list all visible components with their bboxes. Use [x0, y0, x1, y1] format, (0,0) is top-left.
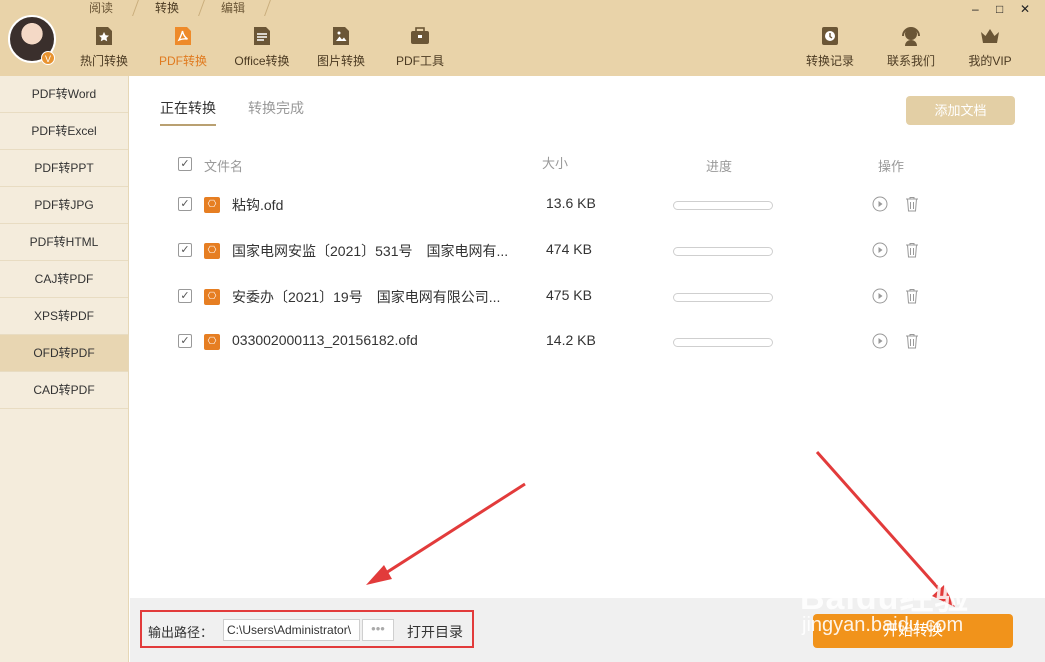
column-header-name: 文件名: [204, 159, 244, 174]
tool-image-convert[interactable]: 图片转换: [315, 24, 367, 72]
file-name: 粘钩.ofd: [232, 197, 284, 213]
progress-bar: [673, 293, 773, 302]
add-document-button[interactable]: 添加文档: [906, 96, 1015, 125]
office-doc-icon: [254, 27, 270, 45]
file-name: 国家电网安监〔2021〕531号 国家电网有...: [232, 243, 509, 259]
mode-tab-edit[interactable]: 编辑: [200, 0, 266, 16]
column-header-progress: 进度: [706, 159, 733, 174]
tool-office-convert[interactable]: Office转换: [232, 24, 292, 72]
image-doc-icon: [333, 27, 349, 45]
sidebar-item-pdf-jpg[interactable]: PDF转JPG: [0, 187, 128, 224]
table-row: ✓ ⎔ 粘钩.ofd 13.6 KB: [178, 195, 998, 215]
play-icon[interactable]: [872, 242, 888, 258]
sidebar-item-pdf-ppt[interactable]: PDF转PPT: [0, 150, 128, 187]
maximize-button[interactable]: □: [996, 2, 1003, 16]
progress-bar: [673, 247, 773, 256]
pdf-icon: [175, 27, 191, 45]
toolbox-icon: [411, 27, 429, 44]
row-checkbox[interactable]: ✓: [178, 289, 192, 303]
browse-button[interactable]: •••: [362, 619, 394, 641]
output-path-group: 输出路径： C:\Users\Administrator\ ••• 打开目录: [140, 610, 474, 648]
tool-label: 热门转换: [79, 54, 128, 68]
tool-pdf-convert[interactable]: PDF转换: [157, 24, 209, 72]
row-checkbox[interactable]: ✓: [178, 243, 192, 257]
watermark-url: jingyan.baidu.com: [802, 614, 964, 636]
column-header-actions: 操作: [878, 159, 905, 174]
watermark-logo: Baidu经验: [800, 579, 970, 617]
ofd-file-icon: ⎔: [204, 197, 220, 213]
tool-pdf-tools[interactable]: PDF工具: [395, 24, 445, 72]
play-icon[interactable]: [872, 288, 888, 304]
tool-label: 转换记录: [805, 54, 854, 68]
open-directory-link[interactable]: 打开目录: [407, 622, 463, 642]
table-row: ✓ ⎔ 033002000113_20156182.ofd 14.2 KB: [178, 332, 998, 352]
sidebar-item-xps-pdf[interactable]: XPS转PDF: [0, 298, 128, 335]
select-all-checkbox[interactable]: ✓: [178, 157, 192, 171]
output-path-label: 输出路径：: [148, 625, 214, 640]
file-size: 475 KB: [546, 287, 592, 303]
progress-bar: [673, 338, 773, 347]
play-icon[interactable]: [872, 333, 888, 349]
sidebar-item-caj-pdf[interactable]: CAJ转PDF: [0, 261, 128, 298]
tab-completed[interactable]: 转换完成: [248, 98, 304, 126]
minimize-button[interactable]: –: [972, 2, 979, 16]
file-size: 13.6 KB: [546, 195, 596, 211]
mode-tab-read[interactable]: 阅读: [68, 0, 134, 16]
play-icon[interactable]: [872, 196, 888, 212]
tab-converting[interactable]: 正在转换: [160, 98, 216, 126]
tool-hot-convert[interactable]: 热门转换: [78, 24, 130, 72]
table-row: ✓ ⎔ 国家电网安监〔2021〕531号 国家电网有... 474 KB: [178, 241, 998, 261]
row-checkbox[interactable]: ✓: [178, 197, 192, 211]
sidebar-item-ofd-pdf[interactable]: OFD转PDF: [0, 335, 128, 372]
mode-tab-convert[interactable]: 转换: [134, 0, 200, 16]
star-doc-icon: [96, 27, 112, 45]
progress-bar: [673, 201, 773, 210]
sidebar-item-cad-pdf[interactable]: CAD转PDF: [0, 372, 128, 409]
tool-convert-history[interactable]: 转换记录: [805, 24, 855, 72]
ofd-file-icon: ⎔: [204, 334, 220, 350]
tool-contact-us[interactable]: 联系我们: [885, 24, 937, 72]
trash-icon[interactable]: [904, 196, 920, 212]
close-button[interactable]: ✕: [1020, 2, 1030, 16]
sidebar-item-pdf-excel[interactable]: PDF转Excel: [0, 113, 128, 150]
mode-tabs: 阅读 转换 编辑: [68, 0, 266, 16]
sidebar-item-pdf-word[interactable]: PDF转Word: [0, 76, 128, 113]
tool-label: 联系我们: [886, 54, 935, 68]
headset-icon: [902, 27, 920, 46]
trash-icon[interactable]: [904, 242, 920, 258]
tool-label: 我的VIP: [968, 54, 1012, 68]
tool-label: 图片转换: [316, 54, 365, 68]
sidebar: PDF转Word PDF转Excel PDF转PPT PDF转JPG PDF转H…: [0, 76, 129, 662]
sidebar-item-pdf-html[interactable]: PDF转HTML: [0, 224, 128, 261]
trash-icon[interactable]: [904, 333, 920, 349]
file-name: 安委办〔2021〕19号 国家电网有限公司...: [232, 289, 501, 305]
tool-label: Office转换: [234, 54, 290, 68]
ofd-file-icon: ⎔: [204, 289, 220, 305]
main-panel: 正在转换 转换完成 添加文档 ✓ 文件名 大小 进度 操作 ✓ ⎔ 粘钩.ofd…: [130, 76, 1045, 598]
table-row: ✓ ⎔ 安委办〔2021〕19号 国家电网有限公司... 475 KB: [178, 287, 998, 307]
tool-my-vip[interactable]: 我的VIP: [965, 24, 1015, 72]
file-size: 14.2 KB: [546, 332, 596, 348]
file-size: 474 KB: [546, 241, 592, 257]
column-header-size: 大小: [542, 156, 569, 171]
file-name: 033002000113_20156182.ofd: [232, 332, 418, 348]
status-tabs: 正在转换 转换完成: [160, 98, 304, 126]
title-bar: V 阅读 转换 编辑 热门转换 PDF转换 Office转换 图片转换 PDF工…: [0, 0, 1045, 76]
tool-label: PDF转换: [158, 54, 207, 68]
row-checkbox[interactable]: ✓: [178, 334, 192, 348]
output-path-input[interactable]: C:\Users\Administrator\: [223, 619, 360, 641]
tool-label: PDF工具: [395, 54, 444, 68]
vip-badge: V: [41, 51, 55, 65]
ofd-file-icon: ⎔: [204, 243, 220, 259]
clock-icon: [822, 27, 838, 45]
crown-icon: [981, 29, 999, 43]
trash-icon[interactable]: [904, 288, 920, 304]
